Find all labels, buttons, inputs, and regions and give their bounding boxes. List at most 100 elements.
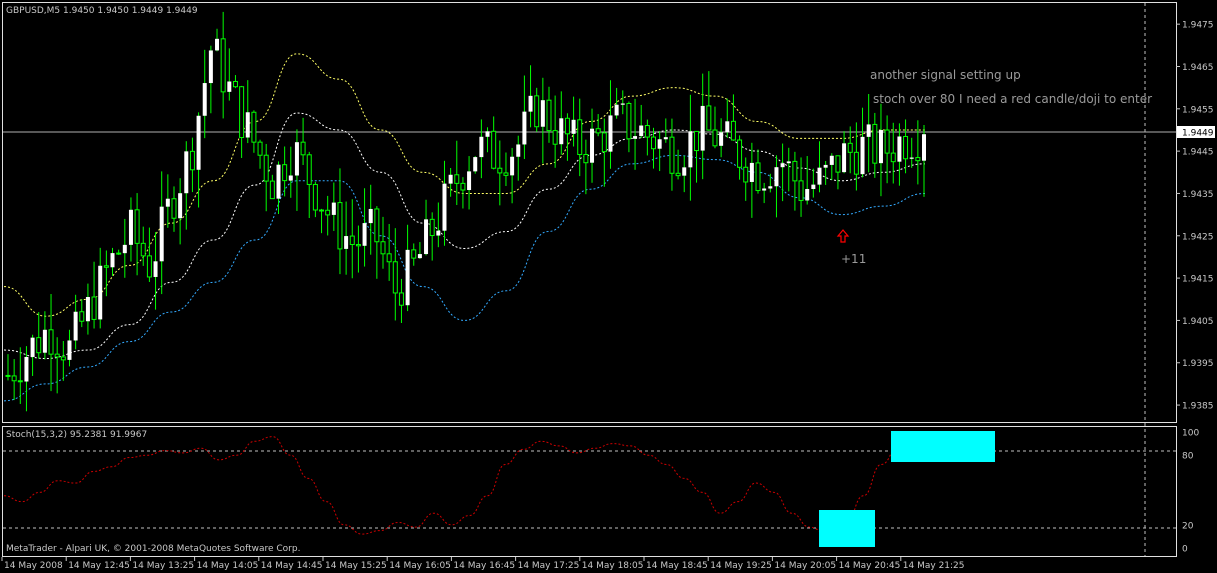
time-tick-label: 14 May 13:25	[132, 561, 194, 571]
candle-body-down	[583, 154, 589, 164]
profit-label: +11	[841, 252, 866, 266]
candle-body-down	[398, 292, 404, 306]
candle-body-up	[829, 155, 834, 165]
candle-body-up	[276, 164, 281, 199]
candle-body-up	[122, 244, 127, 254]
candle-body-down	[872, 123, 878, 164]
candle-body-down	[386, 253, 392, 263]
candle-body-up	[522, 111, 527, 145]
candle-body-up	[639, 125, 644, 137]
candle-body-up	[878, 130, 883, 164]
candle-body-up	[331, 202, 336, 215]
candle-body-up	[467, 171, 472, 191]
annotation-line-1: another signal setting up	[870, 68, 1021, 82]
stoch-tick-label: 0	[1182, 545, 1188, 555]
candle-body-down	[17, 380, 23, 383]
candle-body-down	[903, 135, 909, 160]
stoch-highlight-box-high	[891, 431, 995, 462]
candle-body-down	[36, 337, 42, 354]
candle-body-down	[847, 142, 853, 153]
stoch-axis: 100 80 20 0	[1182, 429, 1199, 555]
candle-body-up	[128, 209, 133, 245]
candle	[473, 156, 478, 174]
candle-body-up	[448, 174, 453, 184]
candle-body-up	[909, 157, 914, 159]
candle-body-down	[798, 180, 804, 201]
candle-body-down	[694, 130, 700, 152]
candle-body-down	[755, 162, 761, 192]
candle-body-up	[30, 337, 35, 357]
time-tick-label: 14 May 18:05	[582, 561, 644, 571]
candle-body-down	[257, 141, 263, 156]
candle-body-down	[534, 95, 540, 128]
price-tick-label: 1.9415	[1182, 275, 1214, 285]
time-tick-label: 14 May 19:25	[710, 561, 772, 571]
candle-body-up	[823, 164, 828, 168]
candle-body-up	[368, 208, 373, 224]
candle-body-down	[5, 374, 11, 377]
candle-body-down	[737, 139, 743, 168]
candle-body-up	[245, 112, 250, 138]
candle-body-down	[355, 244, 361, 247]
candle-body-up	[294, 142, 299, 176]
stoch-tick-label: 100	[1182, 429, 1199, 439]
candle-body-down	[706, 105, 712, 131]
time-tick-label: 14 May 2008	[4, 561, 63, 571]
candle-body-up	[614, 104, 619, 116]
candle-body-down	[884, 129, 890, 154]
candle-body-down	[220, 38, 226, 93]
candle-body-up	[571, 119, 576, 134]
stoch-title: Stoch(15,3,2) 95.2381 91.9967	[6, 430, 147, 440]
candle-body-down	[601, 132, 607, 153]
candle-body-up	[780, 163, 785, 168]
candle-body-up	[768, 186, 773, 189]
candle-body-up	[473, 157, 478, 172]
candle-body-up	[73, 311, 78, 341]
candle-body-down	[140, 242, 146, 257]
candle-body-up	[633, 136, 638, 139]
candle-body-down	[232, 80, 238, 88]
stoch-panel	[2, 426, 1177, 557]
candle-body-up	[663, 137, 668, 140]
candle-body-down	[460, 182, 466, 191]
price-tick-label: 1.9455	[1182, 105, 1214, 115]
candle-body-up	[215, 38, 220, 51]
candle-body-down	[546, 99, 552, 132]
candle-body-down	[392, 261, 398, 294]
candle-body-down	[491, 130, 497, 169]
candle-body-down	[374, 208, 380, 243]
price-tick-label: 1.9385	[1182, 402, 1214, 412]
candle-body-up	[725, 121, 730, 133]
price-tick-label: 1.9395	[1182, 359, 1214, 369]
candle-body-up	[208, 50, 213, 84]
candle-body-down	[116, 252, 122, 255]
candle-body-down	[675, 172, 681, 177]
candle-body-up	[85, 296, 90, 322]
stoch-tick-label: 80	[1182, 452, 1194, 462]
price-tick-label: 1.9465	[1182, 63, 1214, 73]
candle-body-up	[688, 131, 693, 168]
candle-body-down	[134, 209, 140, 244]
candle-body-down	[337, 202, 343, 250]
candle-body-up	[922, 134, 926, 161]
candle-body-up	[442, 183, 447, 231]
price-tick-label: 1.9445	[1182, 148, 1214, 158]
candle-body-up	[786, 161, 791, 164]
candle-body-up	[436, 230, 441, 236]
candle-body-up	[897, 136, 902, 162]
candle-body-down	[380, 241, 386, 255]
candle-body-down	[325, 209, 331, 216]
candle-body-up	[805, 189, 810, 201]
candle-body-up	[98, 265, 103, 320]
candle-body-up	[227, 81, 232, 92]
candle-body-down	[411, 249, 417, 259]
candle-body-up	[811, 184, 816, 190]
candle-body-up	[362, 223, 367, 246]
candle-body-down	[429, 218, 435, 237]
price-tick-label: 1.9405	[1182, 317, 1214, 327]
candle-body-up	[559, 118, 564, 145]
candle-body-up	[762, 188, 767, 191]
candle-body-down	[306, 154, 312, 185]
candle-body-up	[196, 115, 201, 170]
price-tick-label: 1.9435	[1182, 190, 1214, 200]
